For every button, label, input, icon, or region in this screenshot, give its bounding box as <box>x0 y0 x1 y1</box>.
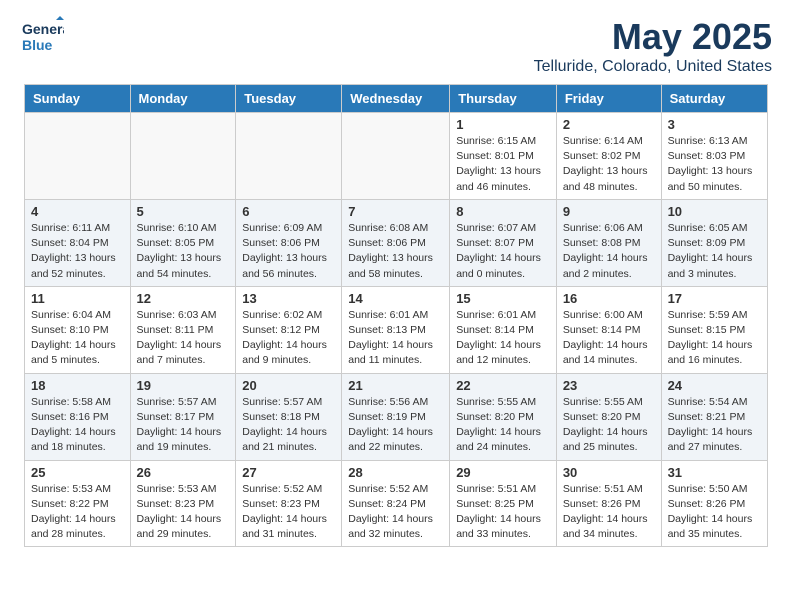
table-row: 3Sunrise: 6:13 AMSunset: 8:03 PMDaylight… <box>661 113 767 200</box>
table-row: 28Sunrise: 5:52 AMSunset: 8:24 PMDayligh… <box>342 460 450 547</box>
table-row: 22Sunrise: 5:55 AMSunset: 8:20 PMDayligh… <box>450 373 557 460</box>
table-row <box>342 113 450 200</box>
table-row: 21Sunrise: 5:56 AMSunset: 8:19 PMDayligh… <box>342 373 450 460</box>
title-block: May 2025 Telluride, Colorado, United Sta… <box>534 16 772 76</box>
table-row: 9Sunrise: 6:06 AMSunset: 8:08 PMDaylight… <box>556 199 661 286</box>
table-row: 17Sunrise: 5:59 AMSunset: 8:15 PMDayligh… <box>661 286 767 373</box>
table-row: 19Sunrise: 5:57 AMSunset: 8:17 PMDayligh… <box>130 373 236 460</box>
svg-text:General: General <box>22 21 64 37</box>
table-row: 5Sunrise: 6:10 AMSunset: 8:05 PMDaylight… <box>130 199 236 286</box>
table-row: 31Sunrise: 5:50 AMSunset: 8:26 PMDayligh… <box>661 460 767 547</box>
table-row: 7Sunrise: 6:08 AMSunset: 8:06 PMDaylight… <box>342 199 450 286</box>
col-tuesday: Tuesday <box>236 85 342 113</box>
table-row: 16Sunrise: 6:00 AMSunset: 8:14 PMDayligh… <box>556 286 661 373</box>
table-row <box>130 113 236 200</box>
calendar-wrapper: Sunday Monday Tuesday Wednesday Thursday… <box>0 84 792 559</box>
col-saturday: Saturday <box>661 85 767 113</box>
table-row <box>25 113 131 200</box>
table-row: 8Sunrise: 6:07 AMSunset: 8:07 PMDaylight… <box>450 199 557 286</box>
col-sunday: Sunday <box>25 85 131 113</box>
col-monday: Monday <box>130 85 236 113</box>
table-row: 14Sunrise: 6:01 AMSunset: 8:13 PMDayligh… <box>342 286 450 373</box>
svg-text:Blue: Blue <box>22 37 53 53</box>
col-thursday: Thursday <box>450 85 557 113</box>
table-row: 23Sunrise: 5:55 AMSunset: 8:20 PMDayligh… <box>556 373 661 460</box>
table-row: 13Sunrise: 6:02 AMSunset: 8:12 PMDayligh… <box>236 286 342 373</box>
calendar-table: Sunday Monday Tuesday Wednesday Thursday… <box>24 84 768 547</box>
table-row: 11Sunrise: 6:04 AMSunset: 8:10 PMDayligh… <box>25 286 131 373</box>
page-header: General Blue May 2025 Telluride, Colorad… <box>0 0 792 84</box>
table-row: 15Sunrise: 6:01 AMSunset: 8:14 PMDayligh… <box>450 286 557 373</box>
table-row: 1Sunrise: 6:15 AMSunset: 8:01 PMDaylight… <box>450 113 557 200</box>
calendar-subtitle: Telluride, Colorado, United States <box>534 58 772 76</box>
table-row <box>236 113 342 200</box>
table-row: 6Sunrise: 6:09 AMSunset: 8:06 PMDaylight… <box>236 199 342 286</box>
table-row: 26Sunrise: 5:53 AMSunset: 8:23 PMDayligh… <box>130 460 236 547</box>
table-row: 27Sunrise: 5:52 AMSunset: 8:23 PMDayligh… <box>236 460 342 547</box>
table-row: 24Sunrise: 5:54 AMSunset: 8:21 PMDayligh… <box>661 373 767 460</box>
table-row: 29Sunrise: 5:51 AMSunset: 8:25 PMDayligh… <box>450 460 557 547</box>
table-row: 30Sunrise: 5:51 AMSunset: 8:26 PMDayligh… <box>556 460 661 547</box>
table-row: 20Sunrise: 5:57 AMSunset: 8:18 PMDayligh… <box>236 373 342 460</box>
table-row: 10Sunrise: 6:05 AMSunset: 8:09 PMDayligh… <box>661 199 767 286</box>
logo: General Blue <box>20 16 64 60</box>
table-row: 25Sunrise: 5:53 AMSunset: 8:22 PMDayligh… <box>25 460 131 547</box>
calendar-title: May 2025 <box>534 16 772 58</box>
col-wednesday: Wednesday <box>342 85 450 113</box>
calendar-body: 1Sunrise: 6:15 AMSunset: 8:01 PMDaylight… <box>25 113 768 547</box>
table-row: 12Sunrise: 6:03 AMSunset: 8:11 PMDayligh… <box>130 286 236 373</box>
table-row: 4Sunrise: 6:11 AMSunset: 8:04 PMDaylight… <box>25 199 131 286</box>
table-row: 2Sunrise: 6:14 AMSunset: 8:02 PMDaylight… <box>556 113 661 200</box>
col-friday: Friday <box>556 85 661 113</box>
table-row: 18Sunrise: 5:58 AMSunset: 8:16 PMDayligh… <box>25 373 131 460</box>
logo-svg: General Blue <box>20 16 64 60</box>
calendar-header: Sunday Monday Tuesday Wednesday Thursday… <box>25 85 768 113</box>
